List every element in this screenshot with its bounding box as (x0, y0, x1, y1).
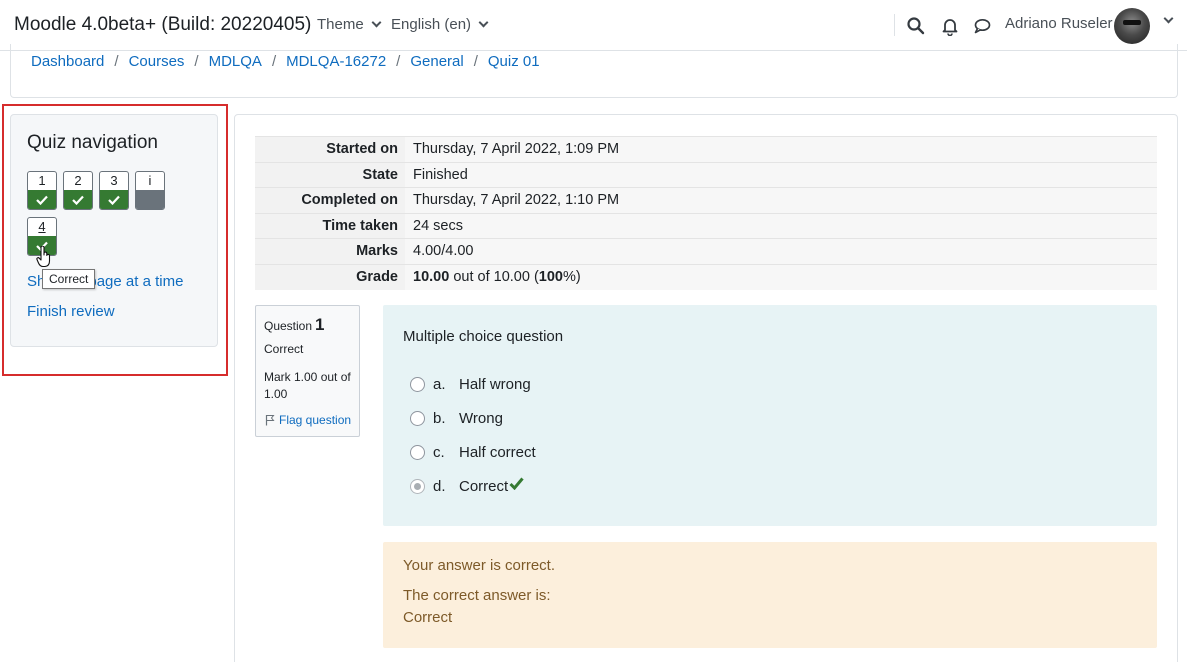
summary-value: 24 secs (405, 212, 1157, 239)
table-row: Grade 10.00 out of 10.00 (100%) (255, 263, 1157, 290)
table-row: Started on Thursday, 7 April 2022, 1:09 … (255, 136, 1157, 162)
answer-text: Correct (459, 478, 509, 495)
breadcrumb-separator: / (396, 53, 401, 70)
table-row: Marks 4.00/4.00 (255, 238, 1157, 264)
summary-value: Finished (405, 161, 1157, 188)
quiz-nav-button-3[interactable]: 3 (99, 171, 129, 210)
tooltip: Correct (42, 269, 96, 289)
breadcrumb-mdlqa[interactable]: MDLQA (209, 53, 262, 70)
flag-icon (265, 415, 275, 426)
grade-value: 10.00 out of 10.00 (100%) (405, 263, 1157, 290)
flag-question-link[interactable]: Flag question (265, 413, 351, 427)
quiz-nav-button-label: 4 (38, 219, 46, 234)
quiz-nav-button-label: 1 (38, 173, 46, 188)
answer-text: Wrong (459, 410, 503, 427)
summary-label: Grade (255, 263, 405, 290)
breadcrumb-separator: / (473, 53, 478, 70)
grade-percent-close: %) (563, 269, 581, 285)
chevron-down-icon (478, 17, 489, 28)
answer-option-d[interactable]: d. Correct (410, 477, 524, 495)
table-row: Completed on Thursday, 7 April 2022, 1:1… (255, 187, 1157, 213)
summary-value: Thursday, 7 April 2022, 1:10 PM (405, 187, 1157, 213)
summary-label: Started on (255, 136, 405, 162)
table-row: State Finished (255, 161, 1157, 188)
breadcrumb-separator: / (271, 53, 277, 70)
language-menu[interactable]: English (en) (391, 16, 489, 33)
answer-radio[interactable] (410, 445, 425, 460)
chat-icon[interactable] (972, 16, 992, 36)
theme-menu[interactable]: Theme (317, 16, 382, 33)
grade-out-of: out of 10.00 (453, 269, 530, 285)
theme-menu-label: Theme (317, 16, 364, 33)
question-state: Correct (264, 342, 304, 356)
breadcrumb: Dashboard / Courses / MDLQA / MDLQA-1627… (31, 53, 540, 70)
answer-option-b[interactable]: b. Wrong (410, 410, 503, 427)
summary-label: Marks (255, 238, 405, 264)
question-number: Question 1 (264, 315, 325, 335)
hand-cursor-icon (36, 246, 51, 268)
chevron-down-icon[interactable] (1163, 13, 1174, 24)
answer-text: Half correct (459, 444, 536, 461)
summary-value: Thursday, 7 April 2022, 1:09 PM (405, 136, 1157, 162)
table-row: Time taken 24 secs (255, 212, 1157, 239)
breadcrumb-dashboard[interactable]: Dashboard (31, 53, 104, 70)
finish-review-link[interactable]: Finish review (27, 303, 115, 320)
bell-icon[interactable] (940, 16, 960, 36)
check-icon (100, 190, 128, 209)
flag-question-label: Flag question (279, 413, 352, 427)
site-brand[interactable]: Moodle 4.0beta+ (Build: 20220405) (14, 14, 311, 36)
user-avatar[interactable] (1114, 8, 1150, 44)
summary-label: State (255, 161, 405, 188)
answer-text: Half wrong (459, 376, 531, 393)
quiz-nav-button-label: 2 (74, 173, 82, 188)
user-name[interactable]: Adriano Ruseler (1005, 15, 1113, 32)
info-state-indicator (136, 190, 164, 209)
breadcrumb-separator: / (114, 53, 119, 70)
answer-letter: c. (433, 444, 445, 461)
summary-label: Completed on (255, 187, 405, 213)
quiz-nav-button-info[interactable]: i (135, 171, 165, 210)
answer-option-c[interactable]: c. Half correct (410, 444, 536, 461)
quiz-nav-button-label: i (148, 173, 152, 188)
grade-score: 10.00 (413, 269, 450, 285)
correct-check-icon (509, 477, 524, 490)
summary-label: Time taken (255, 212, 405, 239)
answer-letter: d. (433, 478, 446, 495)
breadcrumb-separator: / (194, 53, 199, 70)
answer-letter: a. (433, 376, 446, 393)
breadcrumb-mdlqa-16272[interactable]: MDLQA-16272 (286, 53, 386, 70)
chevron-down-icon (371, 17, 382, 28)
check-icon (28, 190, 56, 209)
quiz-nav-button-1[interactable]: 1 (27, 171, 57, 210)
answer-letter: b. (433, 410, 446, 427)
quiz-review-summary-table: Started on Thursday, 7 April 2022, 1:09 … (255, 136, 1157, 290)
navbar-divider (894, 14, 895, 36)
answer-radio[interactable] (410, 411, 425, 426)
answer-radio[interactable] (410, 377, 425, 392)
feedback-result: Your answer is correct. (403, 557, 556, 574)
language-menu-label: English (en) (391, 16, 472, 33)
summary-value: 4.00/4.00 (405, 238, 1157, 264)
question-text: Multiple choice question (403, 328, 564, 345)
grade-percent: 100 (538, 269, 563, 285)
right-answer: Correct (403, 609, 453, 626)
check-icon (64, 190, 92, 209)
breadcrumb-courses[interactable]: Courses (129, 53, 185, 70)
breadcrumb-quiz-01[interactable]: Quiz 01 (488, 53, 540, 70)
quiz-nav-button-label: 3 (110, 173, 118, 188)
quiz-nav-button-2[interactable]: 2 (63, 171, 93, 210)
breadcrumb-general[interactable]: General (410, 53, 463, 70)
right-answer-label: The correct answer is: (403, 587, 551, 604)
question-number-value: 1 (315, 315, 325, 334)
show-one-page-suffix: page at a time (88, 273, 184, 290)
answer-option-a[interactable]: a. Half wrong (410, 376, 531, 393)
question-label: Question (264, 319, 313, 333)
answer-radio-checked[interactable] (410, 479, 425, 494)
search-icon[interactable] (906, 16, 926, 36)
question-grade: Mark 1.00 out of 1.00 (264, 370, 351, 401)
quiz-navigation-title: Quiz navigation (27, 132, 158, 153)
